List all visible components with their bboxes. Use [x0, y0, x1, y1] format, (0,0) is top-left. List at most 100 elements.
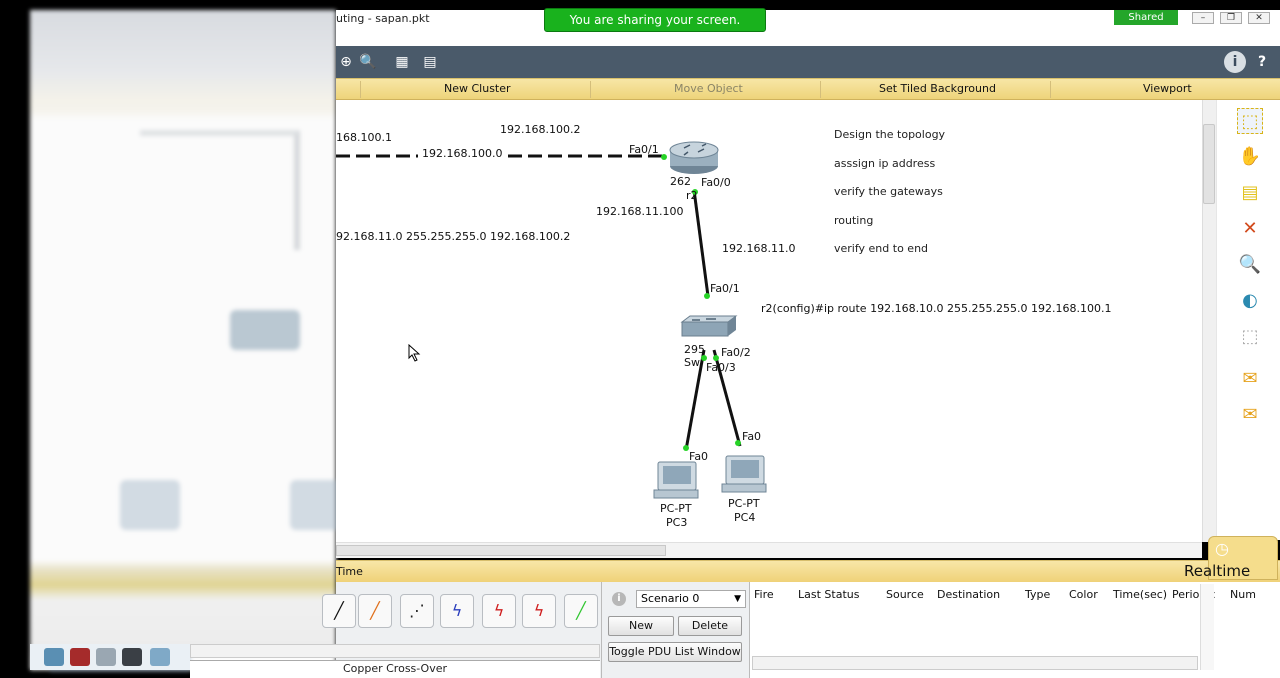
custom-devices-icon[interactable] [122, 648, 142, 666]
time-label: Time [336, 565, 363, 578]
label-pc3-fa0: Fa0 [689, 450, 709, 463]
connection-type-label: Copper Cross-Over [190, 660, 600, 678]
serial-dte-clock-icon[interactable]: ϟ [482, 594, 516, 628]
set-tiled-background-button[interactable]: Set Tiled Background [879, 82, 996, 95]
mouse-cursor-icon [408, 344, 421, 362]
label-pc3-type: PC-PT [660, 502, 692, 515]
label-switch-fa02: Fa0/2 [721, 346, 751, 359]
chevron-down-icon: ▼ [734, 594, 741, 604]
label-switch-fa01: Fa0/1 [710, 282, 740, 295]
label-lan-net: 192.168.11.0 [722, 242, 796, 255]
move-object-button[interactable]: Move Object [674, 82, 743, 95]
label-switch-fa03: Fa0/3 [706, 361, 736, 374]
workspace-horizontal-scrollbar[interactable] [336, 542, 1202, 558]
pdu-horizontal-scrollbar[interactable] [752, 656, 1198, 670]
help-icon[interactable]: ? [1252, 52, 1272, 72]
resize-tool-icon[interactable]: ⬚ [1237, 324, 1263, 350]
screen-share-banner[interactable]: You are sharing your screen. [544, 8, 766, 32]
logical-workspace-bar: New Cluster Move Object Set Tiled Backgr… [336, 78, 1280, 100]
draw-shape-tool-icon[interactable]: ◐ [1237, 288, 1263, 314]
window-title: uting - sapan.pkt [336, 12, 430, 25]
viewport-button[interactable]: Viewport [1143, 82, 1192, 95]
fiber-cable-icon[interactable]: ╱ [564, 594, 598, 628]
pdu-col-time[interactable]: Time(sec) [1113, 588, 1167, 601]
scenario-dropdown[interactable]: Scenario 0 ▼ [636, 590, 746, 608]
app-root: uting - sapan.pkt You are sharing your s… [0, 0, 1280, 678]
pdu-col-color[interactable]: Color [1069, 588, 1098, 601]
device-template-icon[interactable]: ▤ [420, 52, 440, 72]
label-pc4-name: PC4 [734, 511, 756, 524]
realtime-label[interactable]: Realtime [1184, 562, 1250, 580]
end-devices-icon[interactable] [44, 648, 64, 666]
blurred-left-region [30, 10, 350, 672]
note-item: Design the topology [834, 128, 946, 141]
straight-through-cable-icon[interactable]: ╱ [358, 594, 392, 628]
router-switch-link [692, 189, 710, 297]
shared-badge[interactable]: Shared [1114, 10, 1178, 25]
delete-scenario-button[interactable]: Delete [678, 616, 742, 636]
connections-scrollbar[interactable] [190, 644, 600, 658]
info-icon[interactable]: i [1224, 51, 1246, 73]
router-icon [669, 141, 719, 174]
scenario-selected: Scenario 0 [641, 592, 700, 605]
new-cluster-button[interactable]: New Cluster [444, 82, 511, 95]
switch-icon [680, 315, 738, 337]
note-item: verify the gateways [834, 185, 943, 198]
label-pc3-name: PC3 [666, 516, 688, 529]
horizontal-scroll-thumb[interactable] [336, 545, 666, 556]
select-tool-icon[interactable]: ⬚ [1237, 108, 1263, 134]
label-route-text: 92.168.11.0 255.255.255.0 192.168.100.2 [336, 230, 571, 243]
note-item: routing [834, 214, 874, 227]
serial-dte-icon[interactable]: ϟ [522, 594, 556, 628]
time-bar: Time [336, 560, 1280, 582]
serial-dce-icon[interactable]: ϟ [440, 594, 474, 628]
hand-tool-icon[interactable]: ✋ [1237, 144, 1263, 170]
maximize-button[interactable]: ❐ [1220, 12, 1242, 24]
label-pc4-fa0: Fa0 [742, 430, 762, 443]
scenario-info-icon[interactable]: i [612, 592, 626, 606]
note-item: asssign ip address [834, 157, 936, 170]
right-tool-panel: ⬚ ✋ ▤ ✕ 🔍 ◐ ⬚ ✉ ✉ [1216, 100, 1280, 540]
label-router-lan-ip: 192.168.11.100 [596, 205, 684, 218]
console-cable-icon[interactable]: ╱ [322, 594, 356, 628]
toggle-pdu-list-button[interactable]: Toggle PDU List Window [608, 642, 742, 662]
wan-emulation-icon[interactable] [96, 648, 116, 666]
pc4-icon [721, 455, 767, 493]
security-icon[interactable] [70, 648, 90, 666]
multiuser-icon[interactable] [150, 648, 170, 666]
add-complex-pdu-icon[interactable]: ✉ [1237, 402, 1263, 428]
minimize-button[interactable]: – [1192, 12, 1214, 24]
pdu-col-type[interactable]: Type [1025, 588, 1050, 601]
label-cli-command: r2(config)#ip route 192.168.10.0 255.255… [761, 302, 1112, 315]
inspect-tool-icon[interactable]: 🔍 [1237, 252, 1263, 278]
delete-tool-icon[interactable]: ✕ [1237, 216, 1263, 242]
pdu-col-num[interactable]: Num [1230, 588, 1256, 601]
label-ip-left: 168.100.1 [336, 131, 392, 144]
zoom-in-icon[interactable]: ⊕ [336, 52, 356, 72]
pdu-col-destination[interactable]: Destination [937, 588, 1000, 601]
task-notes: Design the topology asssign ip address v… [832, 124, 946, 260]
add-simple-pdu-icon[interactable]: ✉ [1237, 366, 1263, 392]
label-router-fa00: Fa0/0 [701, 176, 731, 189]
pc3-icon [653, 461, 699, 499]
topology-links [336, 141, 767, 499]
pdu-col-last-status[interactable]: Last Status [798, 588, 859, 601]
pdu-vertical-scrollbar[interactable] [1200, 584, 1214, 670]
close-button[interactable]: ✕ [1248, 12, 1270, 24]
label-link-net: 192.168.100.0 [422, 147, 503, 160]
clock-icon: ◷ [1215, 539, 1229, 558]
crossover-cable-icon[interactable]: ⋰ [400, 594, 434, 628]
vertical-scroll-thumb[interactable] [1203, 124, 1215, 204]
label-router-fa01: Fa0/1 [629, 143, 659, 156]
new-scenario-button[interactable]: New [608, 616, 674, 636]
palette-icon[interactable]: ▦ [392, 52, 412, 72]
label-switch-name: Sw [684, 356, 700, 369]
pdu-col-source[interactable]: Source [886, 588, 924, 601]
label-pc4-type: PC-PT [728, 497, 760, 510]
logical-workspace[interactable]: 168.100.1 192.168.100.2 192.168.100.0 Fa… [336, 100, 1202, 542]
link-status-dot [661, 154, 667, 160]
pdu-col-fire[interactable]: Fire [754, 588, 774, 601]
note-tool-icon[interactable]: ▤ [1237, 180, 1263, 206]
label-router-model: 262 [670, 175, 691, 188]
zoom-out-icon[interactable]: 🔍 [358, 52, 378, 72]
